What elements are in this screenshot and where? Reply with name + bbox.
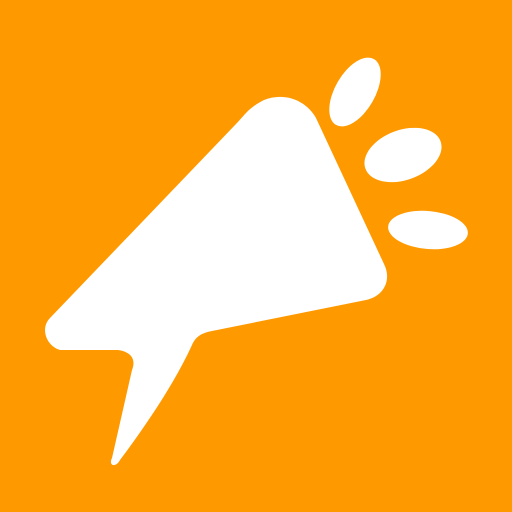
sound-wave-top	[329, 57, 381, 127]
megaphone-body-shape	[45, 96, 388, 466]
sound-wave-middle	[364, 127, 442, 183]
megaphone-speech-bubble-icon	[45, 57, 468, 466]
sound-wave-bottom	[388, 210, 468, 250]
app-icon	[0, 0, 512, 512]
